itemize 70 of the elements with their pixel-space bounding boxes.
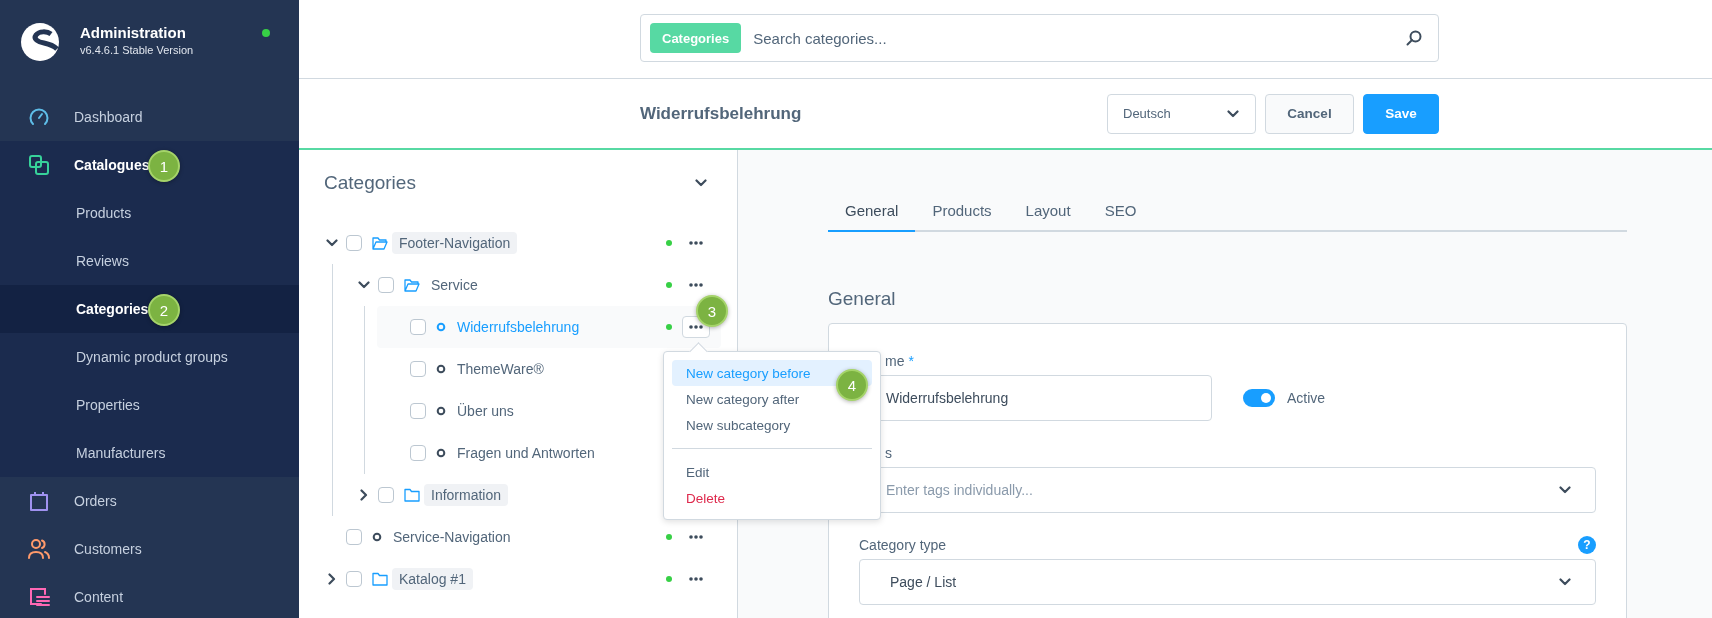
checkbox[interactable] — [378, 487, 394, 503]
sidebar-item[interactable]: Catalogues — [74, 157, 150, 173]
chevron-down-icon — [1227, 109, 1239, 118]
field-label: Category type — [859, 537, 947, 553]
checkbox[interactable] — [410, 319, 426, 335]
circle-icon — [436, 448, 446, 458]
checkbox[interactable] — [410, 445, 426, 461]
more-icon — [689, 283, 703, 287]
sidebar-subitem[interactable]: Manufacturers — [0, 429, 299, 477]
page-title: Widerrufsbelehrung — [640, 103, 803, 124]
chevron-down-icon[interactable] — [695, 179, 707, 187]
field-label: s — [885, 445, 892, 461]
sidebar-subitem[interactable]: Properties — [0, 381, 299, 429]
sidebar-item[interactable]: Customers — [74, 541, 142, 557]
tree-item[interactable]: Footer-Navigation — [392, 232, 518, 254]
logo-icon — [20, 22, 60, 62]
app-title: Administration — [80, 24, 187, 41]
more-icon — [689, 577, 703, 581]
more-icon — [689, 325, 703, 329]
tab[interactable]: SEO — [1087, 190, 1154, 232]
checkbox[interactable] — [378, 277, 394, 293]
chevron-down-icon[interactable] — [358, 281, 370, 289]
sidebar-item[interactable]: Content — [74, 589, 124, 605]
folder-icon — [372, 572, 388, 586]
checkbox[interactable] — [346, 235, 362, 251]
chevron-right-icon[interactable] — [328, 573, 336, 585]
sidebar-subitem[interactable]: Dynamic product groups — [0, 333, 299, 381]
tree-item[interactable]: Service — [424, 274, 485, 296]
module-tag: Categories — [650, 23, 742, 53]
tree-item[interactable]: ThemeWare® — [450, 358, 551, 380]
section-title: General — [828, 288, 897, 310]
circle-icon — [436, 322, 446, 332]
more-icon — [689, 241, 703, 245]
search-icon[interactable] — [1406, 30, 1422, 46]
toggle-switch[interactable] — [1243, 389, 1275, 407]
open-folder-icon — [404, 278, 420, 292]
tab[interactable]: Layout — [1008, 190, 1088, 232]
circle-icon — [436, 406, 446, 416]
sidebar-subitem[interactable]: Reviews — [0, 237, 299, 285]
search-field[interactable]: Categories Search categories... — [640, 14, 1439, 62]
open-folder-icon — [372, 236, 388, 250]
version-label: v6.4.6.1 Stable Version — [80, 44, 194, 56]
toggle-label: Active — [1287, 390, 1326, 406]
cancel-button[interactable]: Cancel — [1265, 93, 1354, 134]
checkbox[interactable] — [410, 361, 426, 377]
sidebar-item[interactable]: Dashboard — [74, 109, 143, 125]
select-field[interactable]: Page / List — [859, 559, 1596, 605]
panel-title: Categories — [324, 172, 416, 194]
tree-item[interactable]: Fragen und Antworten — [450, 442, 602, 464]
language-select[interactable]: Deutsch — [1107, 93, 1256, 134]
checkbox[interactable] — [346, 529, 362, 545]
chevron-down-icon — [1559, 578, 1571, 586]
folder-icon — [404, 488, 420, 502]
sidebar-item[interactable]: Orders — [74, 493, 117, 509]
chevron-right-icon[interactable] — [360, 489, 368, 501]
tree-item[interactable]: Information — [424, 484, 509, 506]
tab[interactable]: General — [828, 190, 916, 232]
chevron-down-icon — [1559, 486, 1571, 494]
circle-icon — [372, 532, 382, 542]
circle-icon — [436, 364, 446, 374]
tab[interactable]: Products — [915, 190, 1009, 232]
sidebar-subitem[interactable]: Products — [0, 189, 299, 237]
tree-item[interactable]: Katalog #1 — [392, 568, 473, 590]
tree-item[interactable]: Service-Navigation — [386, 526, 518, 548]
more-icon — [689, 535, 703, 539]
checkbox[interactable] — [410, 403, 426, 419]
chevron-down-icon[interactable] — [326, 239, 338, 247]
field-label: me * — [885, 353, 914, 369]
checkbox[interactable] — [346, 571, 362, 587]
tree-item[interactable]: Über uns — [450, 400, 521, 422]
